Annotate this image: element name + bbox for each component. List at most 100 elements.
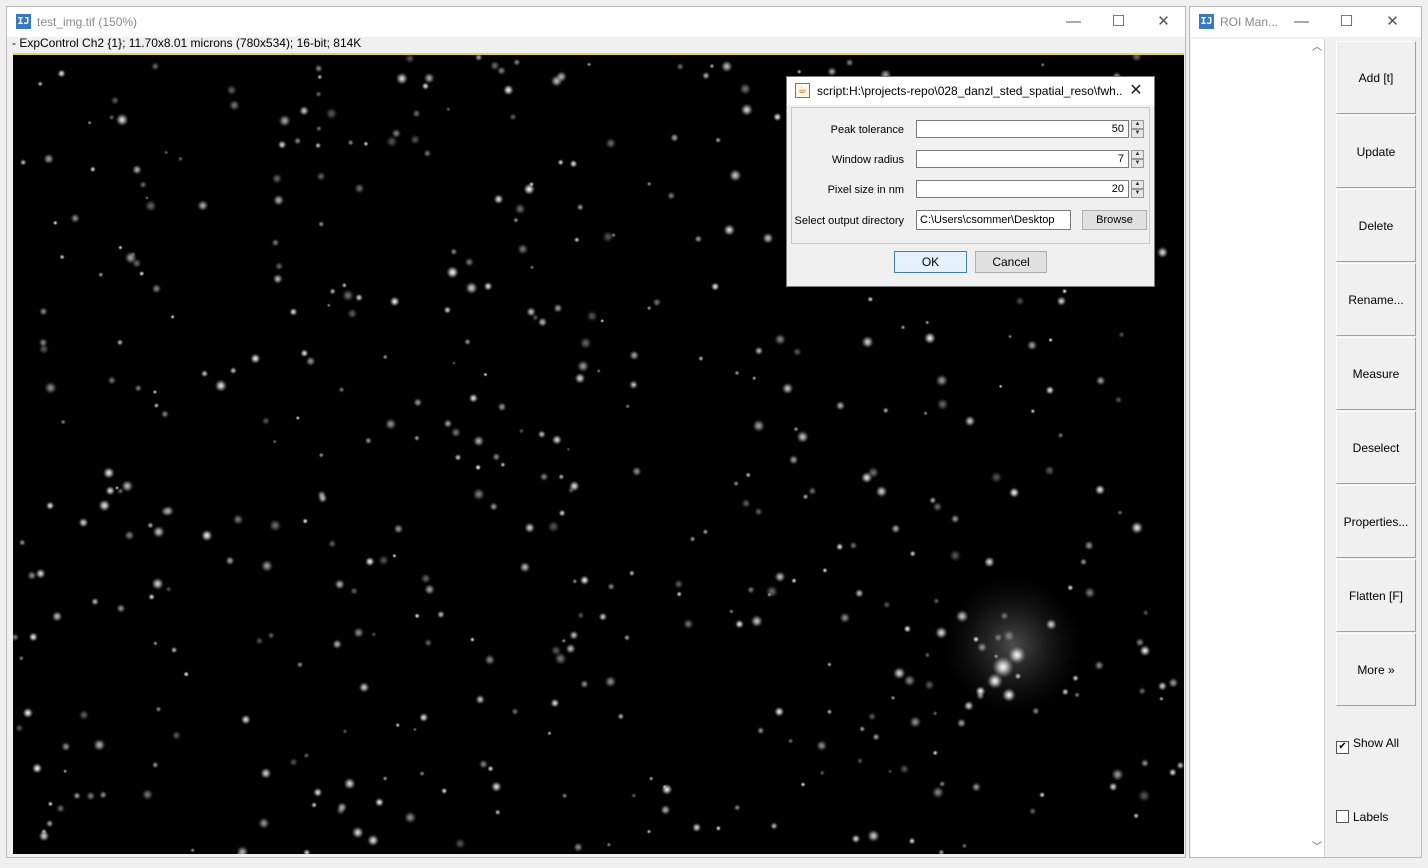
image-spot	[138, 270, 145, 277]
image-spot	[531, 314, 539, 322]
image-spot	[754, 507, 763, 516]
window-radius-spinner[interactable]: ▲ ▼	[1131, 150, 1144, 168]
image-spot	[998, 384, 1003, 389]
image-spot	[750, 614, 764, 628]
window-radius-input[interactable]: 7	[916, 150, 1129, 168]
image-spot	[1158, 696, 1164, 702]
image-spot	[289, 307, 298, 317]
image-spot	[261, 416, 271, 425]
image-spot	[295, 415, 301, 421]
deselect-button[interactable]: Deselect	[1336, 411, 1416, 484]
image-spot	[932, 710, 938, 717]
image-spot	[715, 137, 722, 144]
image-spot	[317, 490, 327, 500]
close-button[interactable]: ✕	[1141, 7, 1186, 37]
roi-manager-titlebar[interactable]: IJ ROI Man... — ☐ ✕	[1190, 7, 1421, 37]
image-spot	[573, 842, 584, 853]
close-button[interactable]: ✕	[1370, 7, 1415, 37]
image-spot	[606, 842, 612, 848]
image-spot	[1008, 487, 1020, 498]
spin-up-icon[interactable]: ▲	[1131, 120, 1144, 129]
spin-up-icon[interactable]: ▲	[1131, 150, 1144, 159]
image-spot	[623, 634, 631, 641]
image-spot	[419, 770, 425, 777]
pixel-size-input[interactable]: 20	[916, 180, 1129, 198]
maximize-button[interactable]: ☐	[1096, 7, 1141, 37]
add-button[interactable]: Add [t]	[1336, 41, 1416, 114]
cancel-button[interactable]: Cancel	[975, 251, 1047, 273]
image-spot	[102, 466, 115, 479]
checkbox-checked-icon[interactable]: ✔	[1336, 741, 1349, 754]
image-spot	[646, 305, 652, 311]
labels-checkbox[interactable]: Labels	[1336, 810, 1388, 824]
ok-button[interactable]: OK	[894, 251, 967, 273]
peak-tolerance-input[interactable]: 50	[916, 120, 1129, 138]
image-spot	[214, 379, 228, 393]
image-spot	[1130, 521, 1144, 535]
roi-list[interactable]: ︿ ﹀	[1191, 39, 1325, 857]
image-spot	[313, 787, 323, 798]
spin-down-icon[interactable]: ▼	[1131, 129, 1144, 138]
checkbox-unchecked-icon[interactable]	[1336, 810, 1349, 823]
image-spot	[851, 834, 861, 844]
image-spot	[1156, 246, 1169, 259]
minimize-button[interactable]: —	[1051, 7, 1096, 37]
image-spot	[190, 847, 196, 853]
image-spot	[1140, 758, 1150, 768]
image-spot	[497, 402, 507, 412]
image-spot	[900, 324, 906, 330]
image-spot	[732, 480, 740, 487]
image-spot	[791, 577, 797, 584]
peak-tolerance-label: Peak tolerance	[830, 124, 904, 136]
image-window-titlebar[interactable]: IJ test_img.tif (150%) — ☐ ✕	[7, 7, 1185, 37]
delete-button[interactable]: Delete	[1336, 189, 1416, 262]
image-spot	[787, 738, 794, 744]
show-all-checkbox[interactable]: ✔ Show All	[1336, 736, 1399, 754]
image-spot	[144, 199, 157, 212]
spin-down-icon[interactable]: ▼	[1131, 159, 1144, 168]
image-spot	[78, 517, 89, 528]
scroll-down-icon[interactable]: ﹀	[1311, 841, 1323, 855]
image-spot	[1045, 385, 1055, 395]
output-dir-input[interactable]: C:\Users\csommer\Desktop	[916, 210, 1071, 230]
more-button[interactable]: More »	[1336, 633, 1416, 706]
image-spot	[774, 571, 786, 583]
flatten-button[interactable]: Flatten [F]	[1336, 559, 1416, 632]
image-spot	[720, 60, 733, 73]
spin-up-icon[interactable]: ▲	[1131, 180, 1144, 189]
image-spot	[151, 761, 159, 769]
image-spot	[625, 403, 631, 409]
image-spot	[260, 559, 274, 573]
image-spot	[1094, 484, 1106, 496]
image-spot	[652, 297, 662, 307]
image-spot	[472, 487, 486, 501]
image-spot	[558, 509, 566, 517]
image-spot	[752, 419, 766, 433]
maximize-button[interactable]: ☐	[1324, 7, 1369, 37]
image-spot	[99, 790, 108, 800]
image-spot	[1008, 646, 1026, 664]
minimize-button[interactable]: —	[1279, 7, 1324, 37]
dialog-close-button[interactable]: ✕	[1124, 79, 1148, 103]
image-spot	[933, 597, 940, 605]
image-spot	[660, 804, 671, 816]
pixel-size-spinner[interactable]: ▲ ▼	[1131, 180, 1144, 198]
properties-button[interactable]: Properties...	[1336, 485, 1416, 558]
rename-button[interactable]: Rename...	[1336, 263, 1416, 336]
image-spot	[596, 368, 601, 374]
image-spot	[365, 556, 375, 567]
dialog-titlebar[interactable]: ☕ script:H:\projects-repo\028_danzl_sted…	[787, 77, 1154, 105]
peak-tolerance-spinner[interactable]: ▲ ▼	[1131, 120, 1144, 138]
image-spot	[858, 725, 866, 733]
image-spot	[1142, 609, 1149, 616]
image-spot	[1083, 586, 1096, 599]
measure-button[interactable]: Measure	[1336, 337, 1416, 410]
spin-down-icon[interactable]: ▼	[1131, 189, 1144, 198]
image-spot	[1074, 691, 1081, 698]
image-spot	[511, 707, 519, 716]
browse-button[interactable]: Browse	[1082, 210, 1147, 230]
scroll-up-icon[interactable]: ︿	[1311, 41, 1323, 55]
update-button[interactable]: Update	[1336, 115, 1416, 188]
image-spot	[523, 183, 536, 196]
image-spot	[272, 439, 277, 444]
